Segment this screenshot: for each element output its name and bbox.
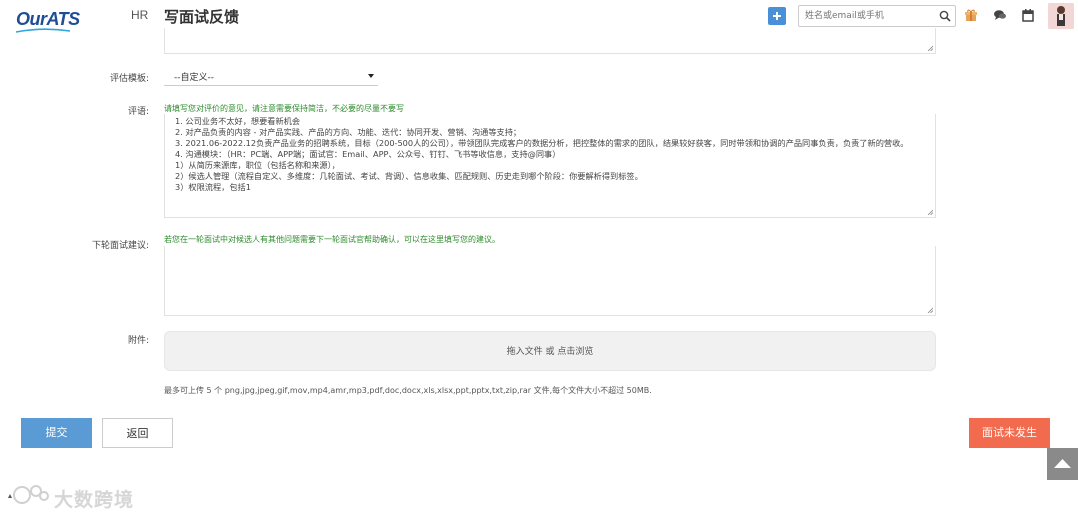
logo[interactable]: OurATS: [8, 5, 80, 33]
review-line: 4. 沟通模块：（HR：PC端、APP端；面试官：Email、APP、公众号、钉…: [175, 149, 561, 159]
watermark: 大数跨境: [6, 482, 146, 511]
review-line: 2. 对产品负责的内容 - 对产品实践、产品的方向、功能、迭代：协同开发、营销、…: [175, 127, 522, 137]
search-input[interactable]: [805, 9, 935, 23]
interview-not-happened-button[interactable]: 面试未发生: [969, 418, 1050, 448]
chat-icon[interactable]: [993, 8, 1007, 22]
watermark-logo-icon: [8, 485, 49, 504]
resize-grip-icon[interactable]: [927, 209, 933, 215]
resize-grip-icon[interactable]: [927, 45, 933, 51]
avatar-figure-icon: [1048, 3, 1074, 29]
review-label: 评语:: [127, 107, 149, 117]
page-title: 写面试反馈: [164, 8, 240, 26]
file-dropzone[interactable]: 拖入文件 或 点击浏览: [164, 331, 936, 371]
template-select[interactable]: --自定义--: [164, 66, 378, 86]
submit-button[interactable]: 提交: [21, 418, 92, 448]
review-line: 1）从简历来源库，职位（包括名称和来源），: [175, 160, 340, 170]
suggest-label: 下轮面试建议:: [91, 241, 149, 251]
review-line: 1. 公司业务不太好，想要看新机会: [175, 116, 301, 126]
template-select-value: --自定义--: [174, 73, 214, 83]
avatar[interactable]: [1048, 3, 1074, 29]
resize-grip-icon[interactable]: [927, 307, 933, 313]
suggest-textarea[interactable]: [164, 246, 936, 316]
search-icon[interactable]: [939, 10, 951, 22]
logo-text: OurATS: [16, 9, 80, 29]
chevron-down-icon: [368, 74, 374, 78]
watermark-text: 大数跨境: [54, 489, 135, 511]
review-line: 3. 2021.06-2022.12负责产品业务的招聘系统，目标（200-500…: [175, 138, 909, 148]
attachment-label: 附件:: [127, 336, 149, 346]
review-line: 3）权限流程，包括1: [175, 182, 251, 192]
plus-icon: [773, 12, 781, 20]
calendar-icon[interactable]: [1021, 8, 1035, 22]
upload-note: 最多可上传 5 个 png,jpg,jpeg,gif,mov,mp4,amr,m…: [164, 386, 652, 395]
review-line: 2）候选人管理（流程自定义、多维度：几轮面试、考试、背调）、信息收集、匹配规则、…: [175, 171, 643, 181]
suggest-hint: 若您在一轮面试中对候选人有其他问题需要下一轮面试官帮助确认，可以在这里填写您的建…: [164, 235, 500, 244]
review-hint: 请填写您对评价的意见，请注意需要保持简洁，不必要的尽量不要写: [164, 104, 404, 113]
review-textarea[interactable]: 1. 公司业务不太好，想要看新机会 2. 对产品负责的内容 - 对产品实践、产品…: [164, 114, 936, 218]
nav-hr[interactable]: HR: [131, 8, 148, 22]
gift-icon[interactable]: [964, 8, 978, 22]
template-label: 评估模板:: [109, 74, 149, 84]
previous-textarea[interactable]: [164, 28, 936, 54]
back-button[interactable]: 返回: [102, 418, 173, 448]
logo-swoosh-icon: [15, 28, 71, 33]
scroll-top-button[interactable]: [1047, 448, 1078, 480]
chevron-up-icon: [1054, 459, 1071, 468]
add-button[interactable]: [768, 7, 786, 25]
search-box: [798, 5, 956, 27]
